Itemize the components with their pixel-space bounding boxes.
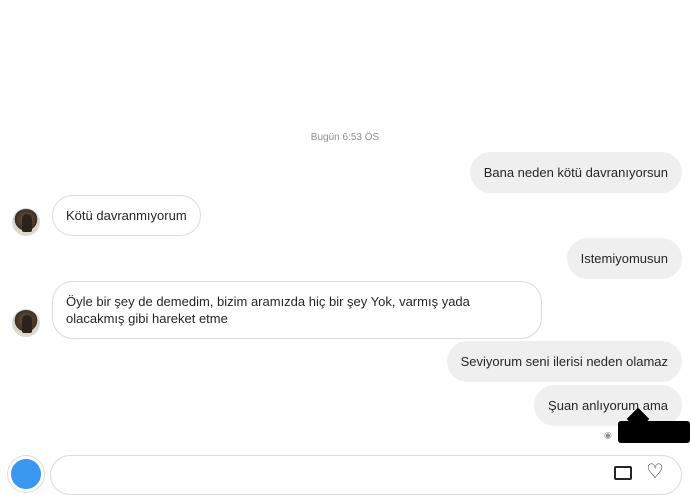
contact-avatar[interactable] <box>12 208 40 236</box>
contact-avatar[interactable] <box>12 309 40 337</box>
message-composer[interactable] <box>50 455 682 495</box>
outgoing-message[interactable]: Seviyorum seni ilerisi neden olamaz <box>446 341 682 382</box>
outgoing-message[interactable]: Şuan anlıyorum ama <box>534 385 682 426</box>
eye-icon: ◉ <box>604 430 612 440</box>
message-input[interactable] <box>63 464 587 481</box>
outgoing-message[interactable]: Bana neden kötü davranıyorsun <box>469 152 682 193</box>
incoming-message[interactable]: Kötü davranmıyorum <box>52 195 201 236</box>
incoming-message[interactable]: Öyle bir şey de demedim, bizim aramızda … <box>52 281 542 339</box>
heart-icon[interactable]: ♡ <box>646 462 664 482</box>
camera-button[interactable] <box>8 456 44 492</box>
gallery-icon[interactable] <box>614 466 632 480</box>
redaction-mark <box>618 421 690 443</box>
outgoing-message[interactable]: Istemiyomusun <box>566 238 682 279</box>
thread-timestamp: Bugün 6:53 ÖS <box>310 132 380 143</box>
